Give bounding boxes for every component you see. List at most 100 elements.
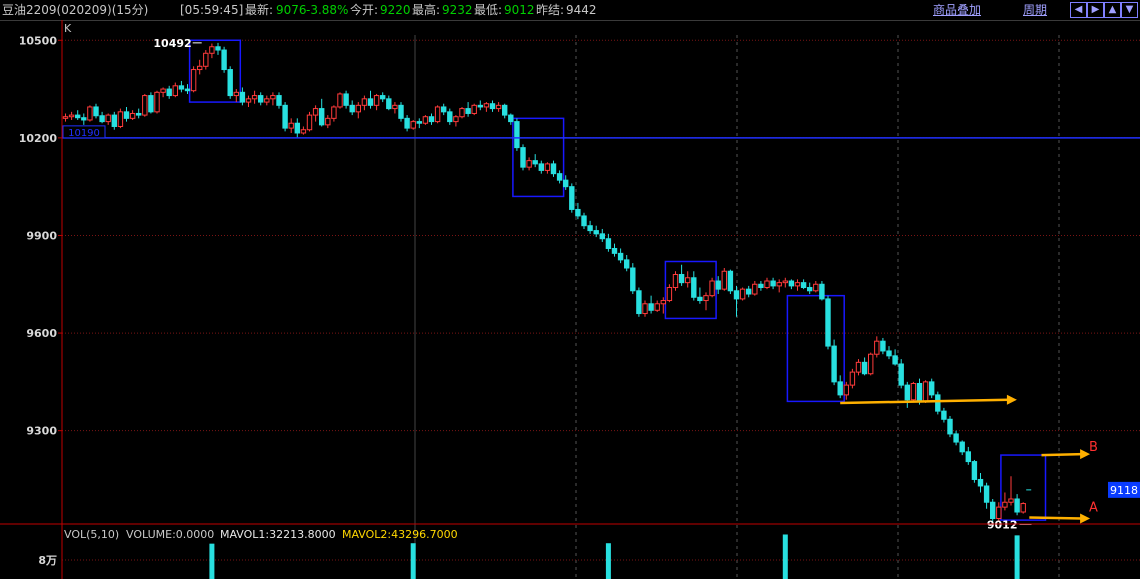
candle-body: [178, 85, 185, 90]
candle-body: [935, 394, 941, 412]
candle-body: [715, 280, 721, 290]
candle-body: [184, 88, 191, 92]
candle-body: [868, 353, 874, 375]
candle-body: [68, 114, 75, 118]
candle-body: [221, 49, 227, 71]
candle-body: [373, 95, 380, 106]
candle-body: [1014, 498, 1020, 513]
candle-body: [361, 98, 368, 106]
y-tick-label: 9600: [26, 327, 57, 340]
candle-body: [672, 274, 679, 289]
candle-body: [349, 104, 355, 113]
candle-body: [837, 381, 843, 396]
candle-body: [746, 288, 752, 295]
candle-body: [502, 104, 508, 116]
candlestick-chart[interactable]: 10190 10492 9012 B A 9118 K 10500 10200 9900 9600…: [0, 20, 1140, 579]
candle-body: [971, 461, 978, 480]
candle-body: [636, 290, 642, 315]
candle-body: [953, 433, 959, 443]
candle-body: [514, 121, 520, 149]
candle-body: [337, 93, 343, 108]
range-box: [664, 260, 717, 320]
candle-body: [977, 478, 984, 487]
arrow-down-icon[interactable]: ▼: [1121, 2, 1138, 18]
candle-body: [642, 303, 648, 315]
candle-body: [617, 252, 624, 261]
candle-body: [807, 287, 813, 292]
quote-header-bar: 豆油2209(020209)(15分) [05:59:45] 最新: 9076 …: [0, 0, 1140, 21]
candle-body: [386, 98, 392, 110]
candle-body: [282, 104, 288, 129]
candle-body: [910, 382, 917, 401]
overlay-link[interactable]: 商品叠加: [933, 0, 981, 20]
candle-body: [685, 277, 691, 284]
candle-body: [916, 382, 923, 402]
candle-body: [453, 116, 459, 123]
candle-body: [380, 95, 386, 100]
candle-body: [593, 230, 599, 235]
y-axis: K 10500 10200 9900 9600 9300: [0, 20, 1140, 579]
candle-body: [294, 122, 301, 134]
candle-body: [550, 163, 557, 175]
candle-body: [752, 283, 758, 295]
candle-body: [813, 283, 819, 292]
candle-body: [258, 95, 264, 103]
candle-body: [203, 52, 209, 67]
candle-body: [1002, 501, 1008, 508]
candle-body: [343, 93, 349, 106]
candle-body: [441, 106, 447, 113]
candle-body: [624, 259, 630, 269]
candle-body: [495, 104, 502, 110]
candle-body: [538, 163, 544, 171]
candle-body: [800, 282, 807, 289]
arrow-left-icon[interactable]: ◀: [1070, 2, 1087, 18]
candle-body: [447, 111, 453, 123]
arrow-right-icon[interactable]: ▶: [1087, 2, 1104, 18]
candle-body: [532, 160, 538, 165]
volume-bar: [209, 543, 215, 579]
change-percent: -3.88%: [306, 3, 349, 17]
candle-body: [270, 95, 276, 100]
candle-body: [197, 65, 203, 71]
candle-body: [794, 282, 801, 287]
candle-body: [922, 381, 929, 402]
vol-label: VOL(5,10): [64, 528, 119, 541]
arrow-up-icon[interactable]: ▲: [1104, 2, 1121, 18]
candle-body: [93, 106, 99, 117]
symbol-title: 豆油2209(020209)(15分): [2, 3, 149, 17]
prev-settle-label: 昨结:: [536, 3, 565, 17]
candle-body: [959, 441, 965, 453]
candle-body: [75, 114, 81, 119]
candle-body: [849, 371, 856, 386]
candle-body: [898, 363, 904, 386]
candle-body: [398, 104, 404, 119]
candle-body: [709, 280, 715, 297]
candle-body: [666, 287, 673, 302]
arrow-line: [1029, 516, 1083, 520]
candle-body: [520, 147, 526, 168]
vol-mavol1: MAVOL1:32213.8000: [220, 528, 336, 541]
candle-body: [941, 410, 947, 420]
candle-body: [996, 506, 1002, 520]
candle-body: [276, 95, 282, 106]
label-a: A: [1089, 501, 1098, 516]
candle-body: [355, 104, 362, 113]
candle-body: [166, 88, 172, 97]
candle-body: [465, 108, 471, 114]
candles: [62, 42, 1026, 525]
candle-body: [312, 108, 319, 116]
candle-body: [209, 46, 215, 54]
candle-body: [691, 277, 697, 298]
quote-time: [05:59:45]: [180, 3, 244, 17]
candle-body: [239, 91, 246, 103]
candle-body: [721, 270, 727, 290]
candle-body: [367, 98, 374, 106]
candle-body: [611, 247, 618, 254]
high-label: 最高:: [412, 3, 441, 17]
candle-body: [892, 355, 898, 365]
candle-body: [544, 163, 551, 171]
candle-body: [569, 186, 575, 210]
period-link[interactable]: 周期: [1023, 0, 1047, 20]
open-value: 9220: [380, 3, 411, 17]
volume-bar: [1014, 535, 1020, 579]
